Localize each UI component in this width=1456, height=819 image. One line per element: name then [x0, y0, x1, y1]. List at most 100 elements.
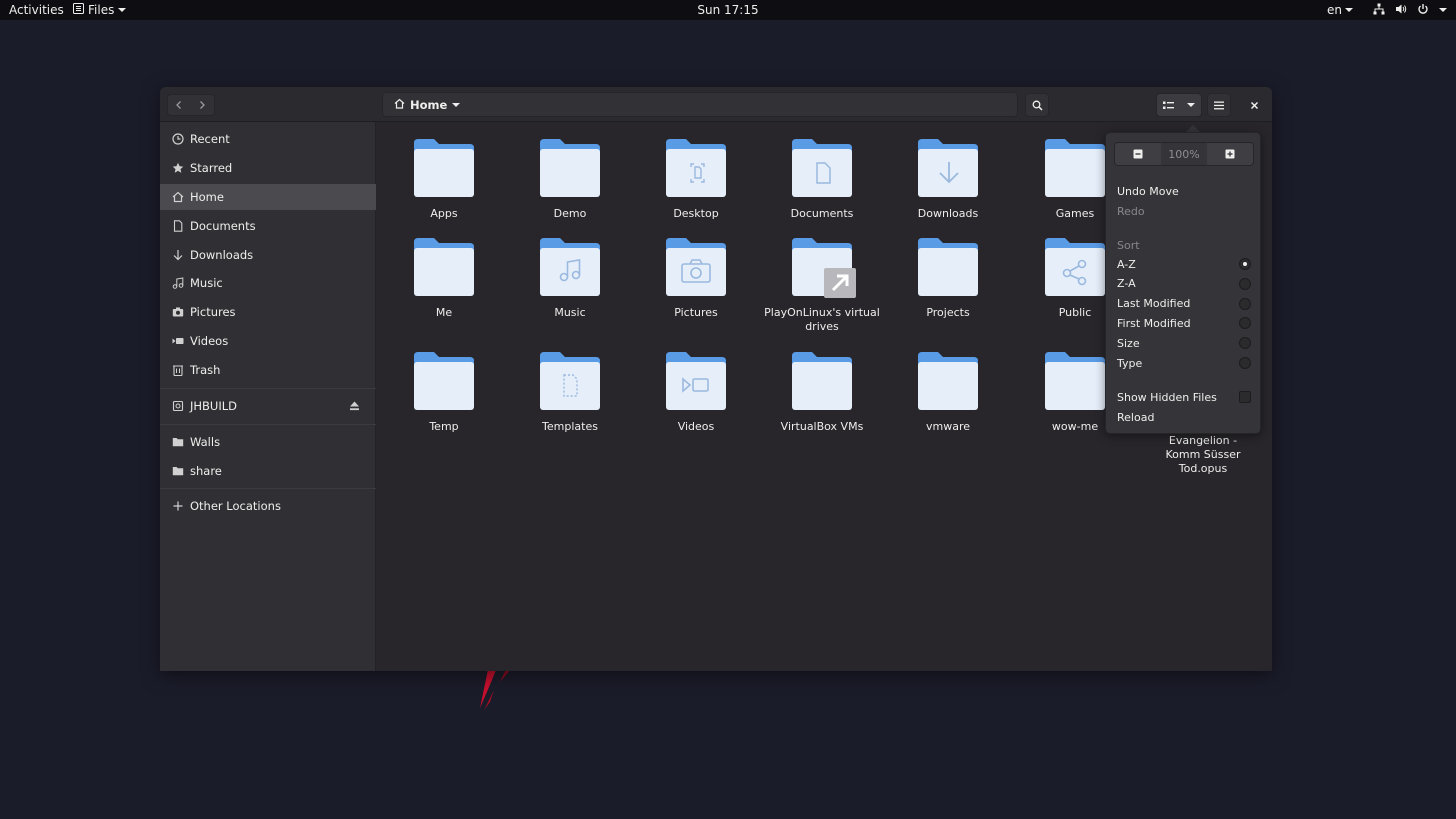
- sort-option-size[interactable]: Size: [1117, 334, 1257, 352]
- activities-label: Activities: [9, 3, 64, 17]
- folder-demo-icon: [540, 137, 600, 197]
- chevron-down-icon: [118, 8, 127, 12]
- clock-area: Sun 17:15: [0, 0, 1456, 20]
- clock-icon: [172, 133, 184, 145]
- sidebar-item-music[interactable]: Music: [160, 270, 376, 296]
- sidebar-item-share[interactable]: share: [160, 458, 376, 484]
- file-item[interactable]: VirtualBox VMs: [770, 350, 874, 434]
- sort-radio[interactable]: [1239, 357, 1251, 369]
- app-menu-button[interactable]: Files: [73, 0, 127, 20]
- show-hidden-files-item[interactable]: Show Hidden Files: [1117, 388, 1257, 406]
- zoom-out-button[interactable]: [1115, 143, 1161, 165]
- sidebar-item-videos[interactable]: Videos: [160, 328, 376, 354]
- chevron-down-icon: [452, 102, 461, 107]
- sidebar-item-other-locations[interactable]: Other Locations: [160, 493, 376, 519]
- file-item[interactable]: Temp: [392, 350, 496, 434]
- sidebar-item-pictures[interactable]: Pictures: [160, 299, 376, 325]
- file-item[interactable]: PlayOnLinux's virtual drives: [764, 236, 880, 334]
- sidebar-item-walls[interactable]: Walls: [160, 429, 376, 455]
- sort-radio[interactable]: [1239, 317, 1251, 330]
- chevron-left-icon: [176, 101, 181, 109]
- view-options-button[interactable]: [1180, 94, 1202, 116]
- folder-icon: [172, 436, 184, 448]
- file-item[interactable]: Me: [392, 236, 496, 320]
- undo-move-item[interactable]: Undo Move: [1117, 182, 1257, 200]
- system-menu[interactable]: [1373, 0, 1447, 20]
- file-item[interactable]: Music: [518, 236, 622, 320]
- file-label-evangelion[interactable]: Evangelion - Komm Süsser Tod.opus: [1150, 434, 1256, 476]
- sidebar-item-home[interactable]: Home: [160, 184, 376, 210]
- sort-radio[interactable]: [1239, 297, 1251, 310]
- file-item[interactable]: Documents: [770, 137, 874, 221]
- zoom-in-button[interactable]: [1207, 143, 1253, 165]
- file-item[interactable]: Apps: [392, 137, 496, 221]
- sidebar-item-recent[interactable]: Recent: [160, 126, 376, 152]
- folder-temp-icon: [414, 350, 474, 410]
- music-icon: [172, 277, 184, 289]
- folder-templates-icon: [540, 350, 600, 410]
- files-app-icon: [73, 3, 84, 17]
- file-item[interactable]: Desktop: [644, 137, 748, 221]
- sidebar-item-trash[interactable]: Trash: [160, 357, 376, 383]
- sort-radio[interactable]: [1239, 277, 1251, 290]
- plus-icon: [1225, 149, 1235, 159]
- file-item[interactable]: Demo: [518, 137, 622, 221]
- clock[interactable]: Sun 17:15: [697, 3, 758, 17]
- file-item[interactable]: vmware: [896, 350, 1000, 434]
- sidebar-item-downloads[interactable]: Downloads: [160, 242, 376, 268]
- path-location-label: Home: [410, 97, 448, 112]
- home-icon: [172, 191, 184, 203]
- language-indicator[interactable]: en: [1327, 0, 1353, 20]
- sidebar-item-label: Other Locations: [190, 499, 281, 513]
- view-mode-button[interactable]: [1157, 94, 1179, 116]
- file-item[interactable]: Projects: [896, 236, 1000, 320]
- sidebar-item-label: Trash: [190, 363, 221, 377]
- hamburger-icon: [1214, 101, 1224, 109]
- show-hidden-checkbox[interactable]: [1239, 391, 1251, 403]
- sort-option-a-z[interactable]: A-Z: [1117, 255, 1257, 273]
- file-label: Music: [554, 306, 586, 319]
- sidebar-item-label: Walls: [190, 435, 221, 449]
- folder-projects-icon: [918, 236, 978, 296]
- sidebar-item-starred[interactable]: Starred: [160, 155, 376, 181]
- sort-radio[interactable]: [1239, 337, 1251, 350]
- file-item[interactable]: Templates: [518, 350, 622, 434]
- search-button[interactable]: [1025, 93, 1049, 117]
- main-menu-button[interactable]: [1207, 93, 1231, 117]
- sort-option-type[interactable]: Type: [1117, 354, 1257, 372]
- power-icon: [1417, 3, 1429, 18]
- forward-button[interactable]: [191, 94, 213, 116]
- file-item[interactable]: Pictures: [644, 236, 748, 320]
- sidebar-item-documents[interactable]: Documents: [160, 213, 376, 239]
- file-label: Documents: [790, 207, 854, 220]
- popover-arrow: [1186, 125, 1200, 132]
- folder-documents-icon: [792, 137, 852, 197]
- sort-option-z-a[interactable]: Z-A: [1117, 275, 1257, 293]
- folder-desktop-icon: [666, 137, 726, 197]
- sort-option-last-modified[interactable]: Last Modified: [1117, 295, 1257, 313]
- folder-games-icon: [1045, 137, 1105, 197]
- folder-wow-me-icon: [1045, 350, 1105, 410]
- folder-pictures-icon: [666, 236, 726, 296]
- reload-item[interactable]: Reload: [1117, 408, 1257, 426]
- file-label: Pictures: [674, 306, 718, 319]
- sort-radio[interactable]: [1239, 258, 1251, 270]
- sort-option-first-modified[interactable]: First Modified: [1117, 314, 1257, 332]
- sidebar-separator: [160, 424, 376, 425]
- redo-item[interactable]: Redo: [1117, 202, 1257, 220]
- activities-button[interactable]: Activities: [9, 0, 64, 20]
- file-item[interactable]: Videos: [644, 350, 748, 434]
- eject-icon[interactable]: [349, 400, 360, 414]
- sort-option-label: A-Z: [1117, 257, 1136, 271]
- file-item[interactable]: Downloads: [896, 137, 1000, 221]
- sidebar-item-label: JHBUILD: [190, 399, 237, 413]
- zoom-level[interactable]: 100%: [1161, 143, 1207, 165]
- symlink-emblem-icon: [824, 268, 856, 298]
- document-icon: [172, 220, 184, 232]
- sidebar-item-jhbuild[interactable]: JHBUILD: [160, 393, 376, 419]
- sort-option-label: Z-A: [1117, 277, 1136, 291]
- close-button[interactable]: [1243, 94, 1265, 116]
- drive-icon: [172, 400, 184, 412]
- back-button[interactable]: [168, 94, 190, 116]
- path-home-button[interactable]: Home: [394, 97, 461, 112]
